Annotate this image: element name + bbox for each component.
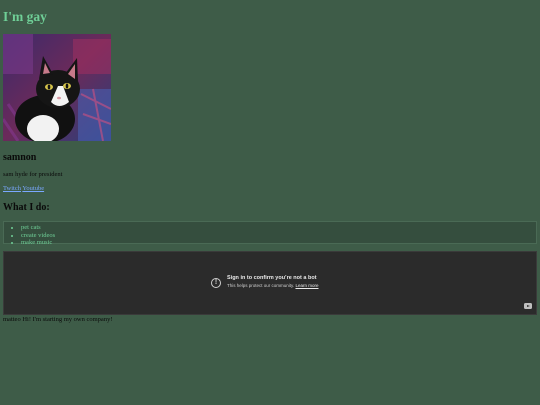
bot-check-message: ! Sign in to confirm you’re not a bot Th… — [211, 275, 318, 289]
social-links: Twitch Youtube — [3, 185, 44, 193]
activities-box: pet cats create videos make music — [3, 221, 537, 247]
video-embed[interactable]: ! Sign in to confirm you’re not a bot Th… — [3, 251, 537, 315]
info-icon: ! — [211, 278, 221, 288]
list-item: make music — [21, 239, 536, 247]
footer-note: matteo Hi! I'm starting my own company! — [3, 316, 113, 323]
youtube-link[interactable]: Youtube — [22, 185, 44, 192]
list-item: pet cats — [21, 224, 536, 232]
page-title: I'm gay — [3, 9, 47, 24]
avatar — [3, 34, 111, 141]
username: samnon — [3, 152, 37, 163]
bot-check-subtitle-text: This helps protect our community. — [227, 283, 295, 288]
twitch-link[interactable]: Twitch — [3, 185, 21, 192]
youtube-icon[interactable] — [524, 303, 532, 309]
bot-check-subtitle: This helps protect our community. Learn … — [227, 282, 318, 289]
learn-more-link[interactable]: Learn more — [295, 283, 318, 288]
bot-check-title: Sign in to confirm you’re not a bot — [227, 275, 317, 281]
cat-photo-icon — [3, 34, 111, 141]
activities-list: pet cats create videos make music — [4, 222, 536, 247]
section-heading: What I do: — [3, 202, 50, 213]
bio: sam hyde for president — [3, 171, 63, 178]
list-item: create videos — [21, 232, 536, 240]
